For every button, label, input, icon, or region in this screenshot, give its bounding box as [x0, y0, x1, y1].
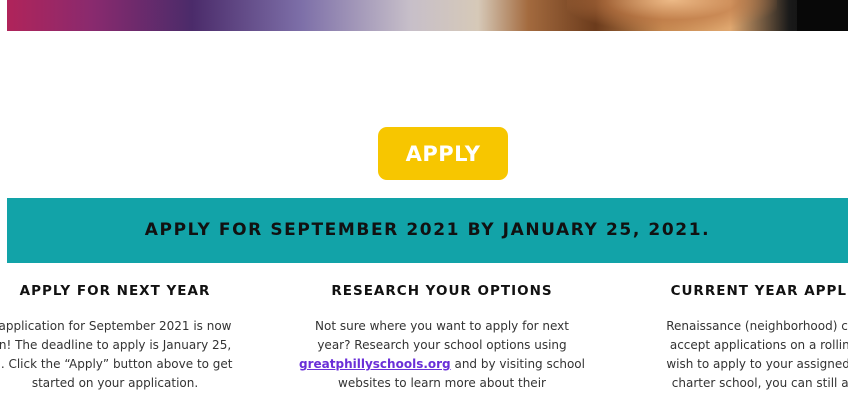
section-text-fragment: and by visiting school [450, 357, 585, 371]
section-text-line: l. Click the “Apply” button above to get [0, 357, 233, 371]
section-text-line: wish to apply to your assigned neig [666, 357, 848, 371]
hero-dark-edge [797, 0, 848, 31]
section-text-line: charter school, you can still apply [671, 376, 848, 390]
current-year-applications-section: CURRENT YEAR APPLICA Renaissance (neighb… [623, 280, 848, 393]
apply-next-year-section: APPLY FOR NEXT YEAR application for Sept… [0, 280, 265, 393]
deadline-banner: APPLY FOR SEPTEMBER 2021 BY JANUARY 25, … [7, 198, 848, 263]
section-text-line: accept applications on a rolling ba [669, 338, 848, 352]
hero-face-highlight [567, 0, 777, 31]
section-heading: APPLY FOR NEXT YEAR [19, 283, 211, 299]
section-text-line: Not sure where you want to apply for nex… [315, 319, 569, 333]
greatphillyschools-link[interactable]: greatphillyschools.org [299, 357, 451, 371]
section-text-line: greatphillyschools.org and by visiting s… [292, 355, 592, 374]
deadline-banner-title: APPLY FOR SEPTEMBER 2021 BY JANUARY 25, … [144, 220, 711, 240]
section-text-line: started on your application. [31, 376, 199, 390]
apply-button[interactable]: APPLY [378, 127, 508, 180]
section-text-line: websites to learn more about their [338, 376, 546, 390]
section-heading: CURRENT YEAR APPLICA [670, 283, 848, 299]
section-text-line: n! The deadline to apply is January 25, [0, 338, 232, 352]
section-text-line: Renaissance (neighborhood) charte [666, 319, 848, 333]
section-text-line: year? Research your school options using [317, 338, 567, 352]
hero-image [7, 0, 848, 31]
section-heading: RESEARCH YOUR OPTIONS [331, 283, 553, 299]
section-text-line: application for September 2021 is now [0, 319, 232, 333]
research-options-section: RESEARCH YOUR OPTIONS Not sure where you… [292, 280, 592, 393]
